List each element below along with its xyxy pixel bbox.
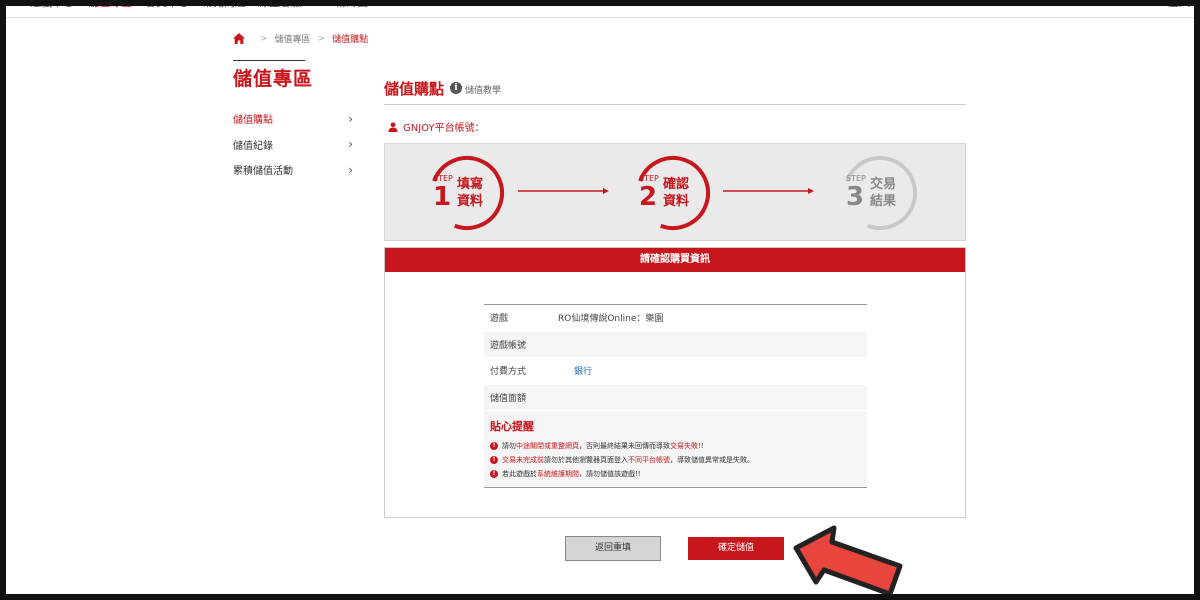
chevron-right-icon: ›	[348, 111, 353, 126]
topnav-item[interactable]: 線上客服	[258, 0, 302, 10]
notice-item: ! 請勿 中途關閉或重整網頁 ，否則最終結果未回傳而導致 交易失敗!!	[490, 441, 704, 451]
row-value: RO仙境傳說Online：樂園	[558, 314, 664, 325]
notice-text: 若此遊戲於	[502, 470, 537, 478]
top-navigation: 遊戲中心 儲值專區 會員中心 常見問題 線上客服 FB 粉絲團 登入	[0, 0, 1200, 18]
tutorial-link[interactable]: 儲值教學	[465, 83, 501, 96]
row-label: 儲值面額	[490, 393, 527, 404]
account-label: GNJOY平台帳號：	[403, 123, 485, 134]
sidebar-menu: 儲值購點 › 儲值紀錄 › 累積儲值活動 ›	[233, 106, 353, 183]
step-2-line1: 確認	[663, 177, 690, 192]
row-label: 遊戲帳號	[490, 340, 527, 351]
sidebar-item-label: 累積儲值活動	[233, 166, 293, 178]
home-icon[interactable]	[233, 33, 245, 44]
notice-text: !!	[698, 442, 704, 450]
step-3-line1: 交易	[870, 177, 897, 192]
info-icon[interactable]: i	[450, 82, 462, 94]
table-row: 儲值面額	[484, 384, 867, 411]
sidebar-item-events[interactable]: 累積儲值活動 ›	[233, 157, 353, 183]
page-title: 儲值購點	[384, 80, 445, 98]
topnav-item[interactable]: FB 粉絲團	[318, 0, 368, 10]
warning-icon: !	[490, 470, 498, 478]
notice-text: 請勿於其他瀏覽器頁面登入	[544, 456, 628, 464]
breadcrumb-separator: >	[260, 33, 268, 44]
step-arrow-1-head	[603, 188, 609, 194]
warning-icon: !	[490, 442, 498, 450]
step-arrow-2-head	[808, 188, 814, 194]
notice-item: ! 交易未完成前 請勿於其他瀏覽器頁面登入 不同平台帳號 ，導致儲值異常或是失敗。	[490, 455, 754, 465]
confirm-header: 請確認購買資訊	[385, 248, 965, 272]
sidebar-title: 儲值專區	[233, 68, 314, 90]
sidebar-item-label: 儲值購點	[233, 115, 273, 127]
row-label: 遊戲	[490, 314, 509, 325]
purchase-info-table: 遊戲 RO仙境傳說Online：樂園 遊戲帳號 付費方式 銀行 儲值面額	[484, 304, 867, 411]
step-3-number: 3	[846, 182, 865, 212]
step-1-line2: 資料	[457, 194, 484, 209]
breadcrumb: > 儲值專區 > 儲值購點	[233, 32, 368, 45]
sidebar-item-purchase[interactable]: 儲值購點 ›	[233, 106, 353, 132]
chevron-right-icon: ›	[348, 137, 353, 152]
step-3-line2: 結果	[870, 194, 897, 209]
step-1-line1: 填寫	[457, 177, 484, 192]
sidebar-title-rule	[233, 60, 305, 61]
topnav-item[interactable]: 常見問題	[202, 0, 246, 10]
notice-highlight: 交易失敗	[670, 442, 698, 450]
topnav-item[interactable]: 儲值專區	[88, 0, 132, 10]
back-button[interactable]: 返回重填	[565, 536, 661, 561]
notice-text: 請勿	[502, 442, 516, 450]
notice-text: ，否則最終結果未回傳而導致	[579, 442, 670, 450]
notice-box: 貼心提醒 ! 請勿 中途關閉或重整網頁 ，否則最終結果未回傳而導致 交易失敗!! ! …	[484, 411, 867, 488]
title-divider	[384, 104, 966, 105]
sidebar-item-records[interactable]: 儲值紀錄 ›	[233, 132, 353, 158]
notice-text: ，請勿儲值該遊戲!!	[579, 470, 641, 478]
step-2-line2: 資料	[663, 194, 690, 209]
topnav-item[interactable]: 會員中心	[145, 0, 189, 10]
step-graphics	[430, 155, 917, 230]
table-row: 遊戲 RO仙境傳說Online：樂園	[484, 305, 867, 332]
breadcrumb-item[interactable]: 儲值專區	[275, 32, 311, 45]
table-row: 付費方式 銀行	[484, 358, 867, 385]
notice-title: 貼心提醒	[490, 420, 534, 433]
topnav-login[interactable]: 登入	[1168, 0, 1190, 10]
step-progress: STEP 1 填寫 資料 STEP 2 確認 資料 STEP 3 交易 結果	[384, 143, 966, 241]
chevron-right-icon: ›	[348, 162, 353, 177]
topnav-item[interactable]: 遊戲中心	[30, 0, 74, 10]
notice-item: ! 若此遊戲於 系統維護期間 ，請勿儲值該遊戲!!	[490, 469, 641, 479]
notice-highlight: 中途關閉或重整網頁	[516, 442, 579, 450]
step-1-number: 1	[433, 182, 452, 212]
step-2-number: 2	[639, 182, 658, 212]
notice-text: ，導致儲值異常或是失敗。	[670, 456, 754, 464]
row-label: 付費方式	[490, 367, 527, 378]
breadcrumb-separator: >	[317, 33, 326, 44]
breadcrumb-current: 儲值購點	[332, 35, 369, 45]
pointer-arrow-icon	[793, 525, 903, 597]
user-icon	[388, 121, 398, 132]
notice-highlight: 不同平台帳號	[628, 456, 670, 464]
table-row: 遊戲帳號	[484, 331, 867, 358]
confirm-button[interactable]: 確定儲值	[688, 537, 784, 560]
account-row: GNJOY平台帳號：	[388, 119, 485, 134]
confirm-panel: 請確認購買資訊 遊戲 RO仙境傳說Online：樂園 遊戲帳號 付費方式 銀行 …	[384, 247, 966, 518]
row-value: 銀行	[574, 367, 593, 378]
notice-highlight: 系統維護期間	[537, 470, 579, 478]
sidebar-item-label: 儲值紀錄	[233, 140, 273, 152]
warning-icon: !	[490, 456, 498, 464]
notice-highlight: 交易未完成前	[502, 456, 544, 464]
